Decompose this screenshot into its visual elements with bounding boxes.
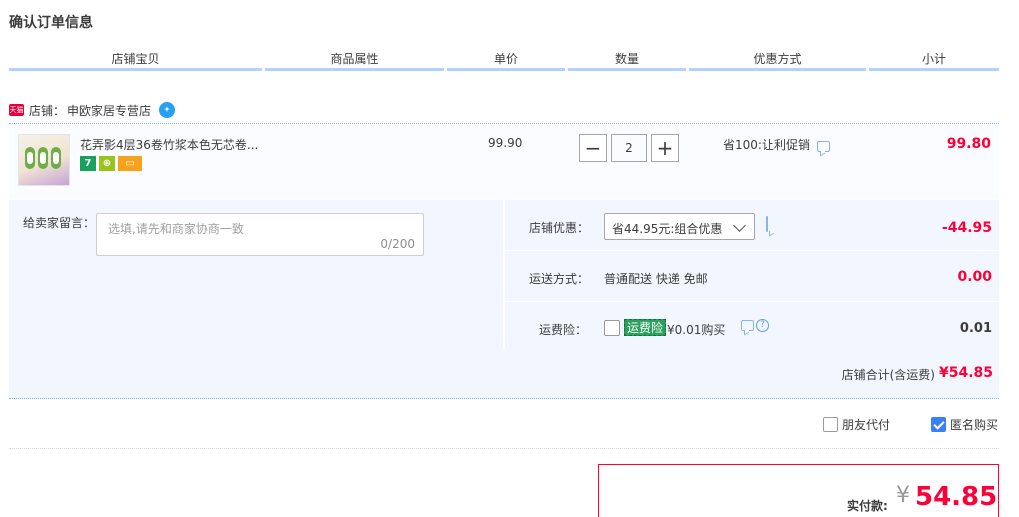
- help-icon[interactable]: ?: [756, 319, 769, 332]
- anonymous-label: 匿名购买: [950, 418, 999, 432]
- insurance-checkbox[interactable]: [604, 320, 620, 336]
- memo-label: 给卖家留言：: [23, 216, 96, 230]
- order-detail-panel: 给卖家留言： 选填,请先和商家协商一致 0/200 店铺优惠： 省44.95元:…: [9, 200, 999, 348]
- insurance-label: 运费险：: [539, 323, 588, 337]
- payment-label: 实付款:: [847, 499, 888, 513]
- shop-line: 天猫 店铺： 申欧家居专营店 ✦: [9, 101, 176, 119]
- memo-char-count: 0/200: [380, 237, 415, 251]
- shop-discount-label: 店铺优惠：: [529, 221, 590, 235]
- insurance-icons: ?: [734, 319, 769, 332]
- decrement-button[interactable]: −: [579, 134, 607, 162]
- shop-discount-select[interactable]: 省44.95元:组合优惠: [604, 213, 755, 240]
- memo-textarea[interactable]: 选填,请先和商家协商一致 0/200: [96, 213, 424, 256]
- header-attributes: 商品属性: [265, 49, 444, 71]
- promotion-message-icon[interactable]: [816, 141, 830, 152]
- payment-currency: ¥: [896, 483, 910, 508]
- divider: [9, 448, 999, 449]
- anonymous-option[interactable]: 匿名购买: [931, 416, 998, 433]
- credit-card-icon[interactable]: ▭: [118, 156, 142, 171]
- header-quantity: 数量: [568, 49, 686, 71]
- insurance-message-icon[interactable]: [741, 320, 754, 331]
- insurance-amount: 0.01: [959, 321, 992, 336]
- page-title: 确认订单信息: [9, 15, 93, 31]
- friend-pay-label: 朋友代付: [842, 418, 891, 432]
- service-tags: 7 ⊕ ▭: [80, 156, 142, 171]
- shop-total-value: ¥54.85: [938, 365, 993, 381]
- order-item-row: 花弄影4层36卷竹浆本色无芯卷... 7 ⊕ ▭ 99.90 − 2 + 省10…: [9, 123, 999, 198]
- quantity-stepper: − 2 +: [579, 134, 679, 162]
- shop-total-row: 店铺合计(含运费) ¥54.85: [9, 348, 999, 399]
- promotion: 省100:让利促销: [723, 136, 830, 153]
- table-header: 店铺宝贝 商品属性 单价 数量 优惠方式 小计: [9, 49, 999, 71]
- product-thumbnail[interactable]: [18, 134, 70, 186]
- shop-discount-selected: 省44.95元:组合优惠: [612, 222, 723, 236]
- insurance-price: ¥0.01购买: [667, 323, 726, 337]
- payment-amount: 54.85: [915, 482, 998, 512]
- anonymous-checkbox[interactable]: [931, 417, 946, 432]
- insurance-badge: 运费险: [624, 319, 667, 336]
- shop-label: 店铺：: [29, 103, 66, 118]
- shipping-label: 运送方式：: [529, 272, 590, 286]
- increment-button[interactable]: +: [651, 134, 679, 162]
- header-discount: 优惠方式: [689, 49, 866, 71]
- quantity-input[interactable]: 2: [611, 134, 647, 162]
- wangwang-chat-icon[interactable]: ✦: [159, 102, 176, 118]
- shop-name-link[interactable]: 申欧家居专营店: [67, 102, 151, 119]
- item-subtotal: 99.80: [946, 136, 991, 152]
- friend-pay-checkbox[interactable]: [823, 417, 838, 432]
- tmall-badge-icon: 天猫: [9, 104, 24, 116]
- discount-message-icon[interactable]: [766, 216, 768, 232]
- header-shop-item: 店铺宝贝: [9, 49, 262, 71]
- product-title-link[interactable]: 花弄影4层36卷竹浆本色无芯卷...: [80, 136, 270, 153]
- memo-placeholder: 选填,请先和商家协商一致: [108, 222, 244, 236]
- header-unit-price: 单价: [447, 49, 565, 71]
- promotion-text: 省100:让利促销: [723, 138, 810, 152]
- chevron-down-icon: [733, 219, 746, 232]
- payment-summary: 实付款: ¥ 54.85: [598, 464, 999, 517]
- shipping-method: 普通配送 快递 免邮: [604, 272, 708, 286]
- shop-discount-amount: -44.95: [941, 220, 992, 236]
- guarantee-icon[interactable]: ⊕: [99, 156, 115, 171]
- shipping-amount: 0.00: [957, 269, 992, 285]
- friend-pay-option[interactable]: 朋友代付: [823, 416, 890, 433]
- shop-total-label: 店铺合计(含运费): [841, 368, 935, 382]
- unit-price: 99.90: [488, 136, 523, 150]
- seven-day-return-icon[interactable]: 7: [80, 156, 96, 171]
- header-subtotal: 小计: [869, 49, 999, 71]
